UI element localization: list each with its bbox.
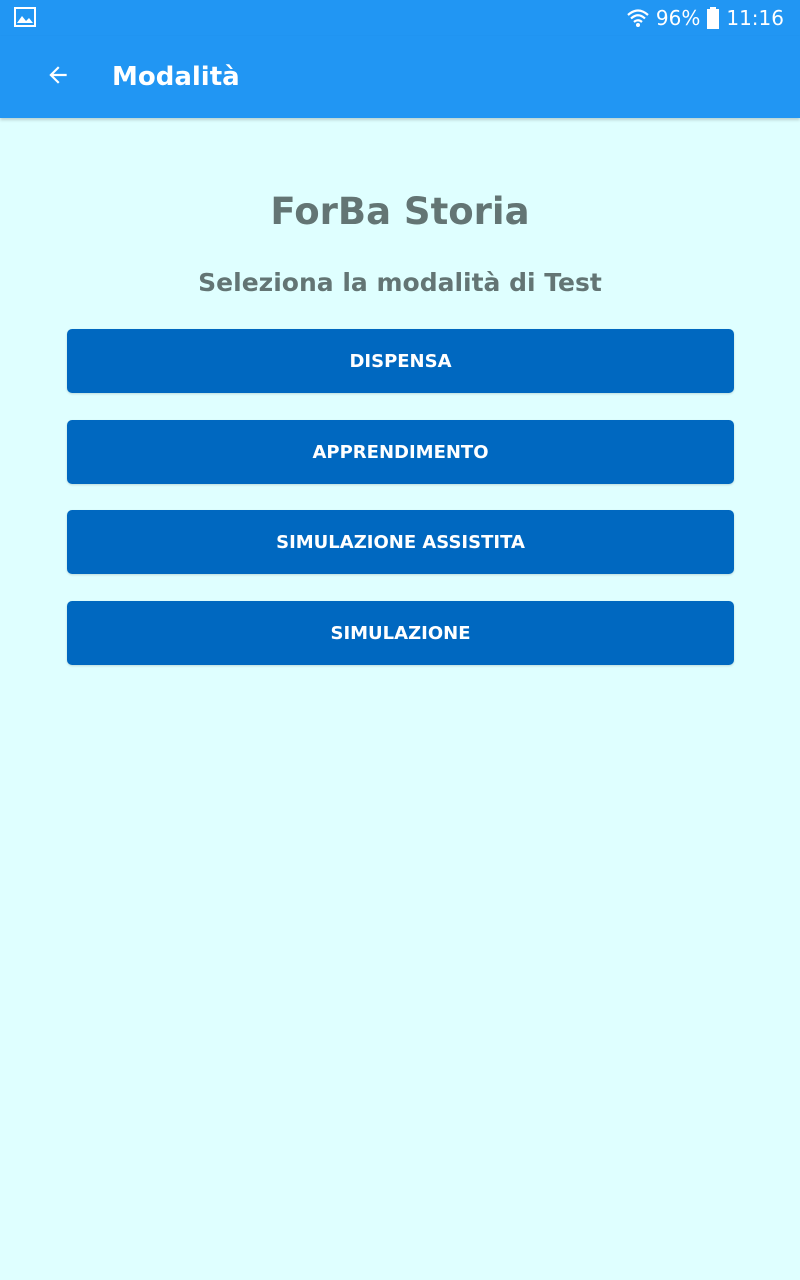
dispensa-button[interactable]: DISPENSA (67, 329, 734, 393)
page-subtitle: Seleziona la modalità di Test (198, 268, 602, 297)
back-arrow-icon (45, 62, 71, 92)
status-bar: 96% 11:16 (0, 0, 800, 36)
status-indicators: 96% 11:16 (626, 0, 784, 36)
apprendimento-button[interactable]: APPRENDIMENTO (67, 420, 734, 484)
button-label: SIMULAZIONE ASSISTITA (276, 531, 525, 553)
app-bar: Modalità (0, 36, 800, 118)
button-label: APPRENDIMENTO (312, 441, 489, 463)
app-bar-title: Modalità (112, 62, 240, 92)
image-notification-icon (14, 7, 36, 27)
button-label: SIMULAZIONE (330, 622, 471, 644)
battery-percent: 96% (655, 6, 701, 30)
wifi-icon (626, 6, 650, 30)
clock: 11:16 (726, 6, 784, 30)
back-button[interactable] (30, 49, 86, 105)
main-content: ForBa Storia Seleziona la modalità di Te… (0, 118, 800, 1280)
button-label: DISPENSA (349, 350, 452, 372)
battery-icon (706, 6, 720, 30)
simulazione-button[interactable]: SIMULAZIONE (67, 601, 734, 665)
page-title: ForBa Storia (270, 190, 530, 233)
simulazione-assistita-button[interactable]: SIMULAZIONE ASSISTITA (67, 510, 734, 574)
